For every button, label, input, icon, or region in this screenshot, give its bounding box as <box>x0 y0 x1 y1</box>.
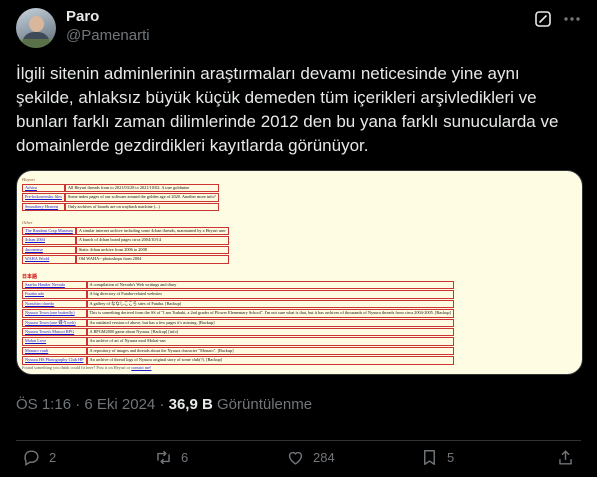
more-icon[interactable] <box>563 11 581 27</box>
link-row: Nyuura Town (one 蝶々web) An outdated versi… <box>22 318 454 328</box>
link-name[interactable]: The Random Crap Museum <box>22 227 76 236</box>
link-description: Some index pages of our software around … <box>64 193 219 202</box>
link-row: Saarbo Hauder Nevada A compilation of Nev… <box>22 281 454 290</box>
attached-image[interactable]: Hayari Arhiva All Heyuri threads from to … <box>16 170 583 375</box>
link-description: An outdated version of above, but has a … <box>86 318 454 328</box>
share-button[interactable] <box>556 447 583 467</box>
section-title-japanese: 日本語 <box>22 275 38 280</box>
view-count: 36,9 B <box>168 396 213 413</box>
reply-button[interactable]: 2 <box>22 447 56 467</box>
link-description: A RPGM2000 game about Nyuura. [Backup] [… <box>86 328 454 337</box>
link-description: An archive of thread logs of Nyuura orig… <box>86 356 454 365</box>
grok-icon[interactable] <box>535 11 551 27</box>
bookmark-button[interactable]: 5 <box>420 447 454 467</box>
link-row: 4nonsense Static 4chan archive from 2006 … <box>22 245 229 255</box>
link-description: Old WAHA~ photoshops from 2004 <box>75 255 229 264</box>
tweet-text: İlgili sitenin adminlerinin araştırmalar… <box>16 64 559 155</box>
link-row: The Random Crap Museum A similar internet… <box>22 227 229 236</box>
link-row: Nyuura Town's Mascot RPG A RPGM2000 game … <box>22 328 454 337</box>
link-description: All Heyuri threads from to 2021/03/28 to… <box>64 184 219 193</box>
link-name[interactable]: Nonuhiro daredo <box>22 299 87 309</box>
link-row: Monaro vault A repository of images and t… <box>22 346 454 356</box>
links-table-other: The Random Crap Museum A similar internet… <box>22 226 229 265</box>
link-row: Arhiva All Heyuri threads from to 2021/03… <box>22 184 219 193</box>
link-name[interactable]: Nyuura HS Photography Club HP <box>22 356 87 365</box>
repost-count: 6 <box>181 449 189 465</box>
link-row: Nyuura Town (one butterfly) This is somet… <box>22 309 454 318</box>
link-description: A repository of images and threads about… <box>86 346 454 356</box>
tweet-header: Paro @Pamenarti <box>16 8 581 48</box>
share-icon <box>559 449 572 465</box>
link-description: A bunch of 4chan board pages circa 2004/… <box>75 236 229 245</box>
links-table-japanese: Saarbo Hauder Nevada A compilation of Nev… <box>22 280 454 366</box>
meta-separator: · <box>75 396 81 413</box>
link-name[interactable]: Mokai Love <box>22 337 87 346</box>
bookmark-icon <box>424 449 435 465</box>
footer-note: Found something you think could fit here… <box>22 365 152 370</box>
link-row: Pre-kokoroteshu files Some index pages of… <box>22 193 219 202</box>
link-description: An archive of art of Nyuura mod Mokai-sa… <box>86 337 454 346</box>
display-name[interactable]: Paro <box>66 8 150 26</box>
links-table-hayari: Arhiva All Heyuri threads from to 2021/03… <box>22 183 219 212</box>
footer-text: Found something you think could fit here… <box>22 365 131 370</box>
link-name[interactable]: Nyuura Town (one butterfly) <box>22 309 87 318</box>
link-description: A similar internet archive including som… <box>75 227 229 236</box>
link-description: This is something derived from the SS of… <box>86 309 454 318</box>
link-description: A gallery of ななしこころ sites of Futaba. [Ba… <box>86 299 454 309</box>
link-name[interactable]: 4chan 2004 <box>22 236 76 245</box>
author-names[interactable]: Paro @Pamenarti <box>66 8 150 46</box>
link-description: Static 4chan archive from 2006 to 2008 <box>75 245 229 255</box>
link-name[interactable]: Smoothery Heaven <box>22 202 65 212</box>
link-row: Mokai Love An archive of art of Nyuura mo… <box>22 337 454 346</box>
link-name[interactable]: WAHA World <box>22 255 76 264</box>
link-row: Nyuura HS Photography Club HP An archive … <box>22 356 454 365</box>
link-description: Only archives of boards are on wayback m… <box>64 202 219 212</box>
link-name[interactable]: Nyuura Town's Mascot RPG <box>22 328 87 337</box>
link-name[interactable]: Monaro vault <box>22 346 87 356</box>
link-name[interactable]: Arhiva <box>22 184 65 193</box>
post-date[interactable]: 6 Eki 2024 <box>84 396 155 413</box>
repost-icon <box>157 450 170 464</box>
reply-icon <box>24 449 39 466</box>
action-bar: 2 6 284 5 <box>16 440 581 468</box>
reply-count: 2 <box>49 449 57 465</box>
link-row: Futaba ado A big directory of Futaba-rela… <box>22 290 454 299</box>
handle[interactable]: @Pamenarti <box>66 26 150 46</box>
link-description: A big directory of Futaba-related websit… <box>86 290 454 299</box>
avatar[interactable] <box>16 8 56 48</box>
view-count-label: Görüntülenme <box>217 396 313 413</box>
link-name[interactable]: Futaba ado <box>22 290 87 299</box>
link-name[interactable]: Nyuura Town (one 蝶々web) <box>22 318 87 328</box>
tweet-meta: ÖS 1:16 · 6 Eki 2024 · 36,9 B Görüntülen… <box>16 395 312 415</box>
repost-button[interactable]: 6 <box>154 447 188 467</box>
link-row: Nonuhiro daredo A gallery of ななしこころ sites… <box>22 299 454 309</box>
link-name[interactable]: 4nonsense <box>22 245 76 255</box>
link-row: Smoothery Heaven Only archives of boards … <box>22 202 219 212</box>
post-time[interactable]: ÖS 1:16 <box>16 396 71 413</box>
link-name[interactable]: Saarbo Hauder Nevada <box>22 281 87 290</box>
contact-link[interactable]: contact me! <box>131 365 151 370</box>
bookmark-count: 5 <box>447 449 455 465</box>
link-name[interactable]: Pre-kokoroteshu files <box>22 193 65 202</box>
like-icon <box>288 451 303 465</box>
meta-separator: · <box>159 396 165 413</box>
section-title-other: Other <box>22 220 33 225</box>
section-title-hayari: Hayari <box>22 177 35 182</box>
like-count: 284 <box>313 449 335 465</box>
link-row: 4chan 2004 A bunch of 4chan board pages c… <box>22 236 229 245</box>
link-row: WAHA World Old WAHA~ photoshops from 2004 <box>22 255 229 264</box>
link-description: A compilation of Nevada's Web writings a… <box>86 281 454 290</box>
like-button[interactable]: 284 <box>286 447 335 467</box>
